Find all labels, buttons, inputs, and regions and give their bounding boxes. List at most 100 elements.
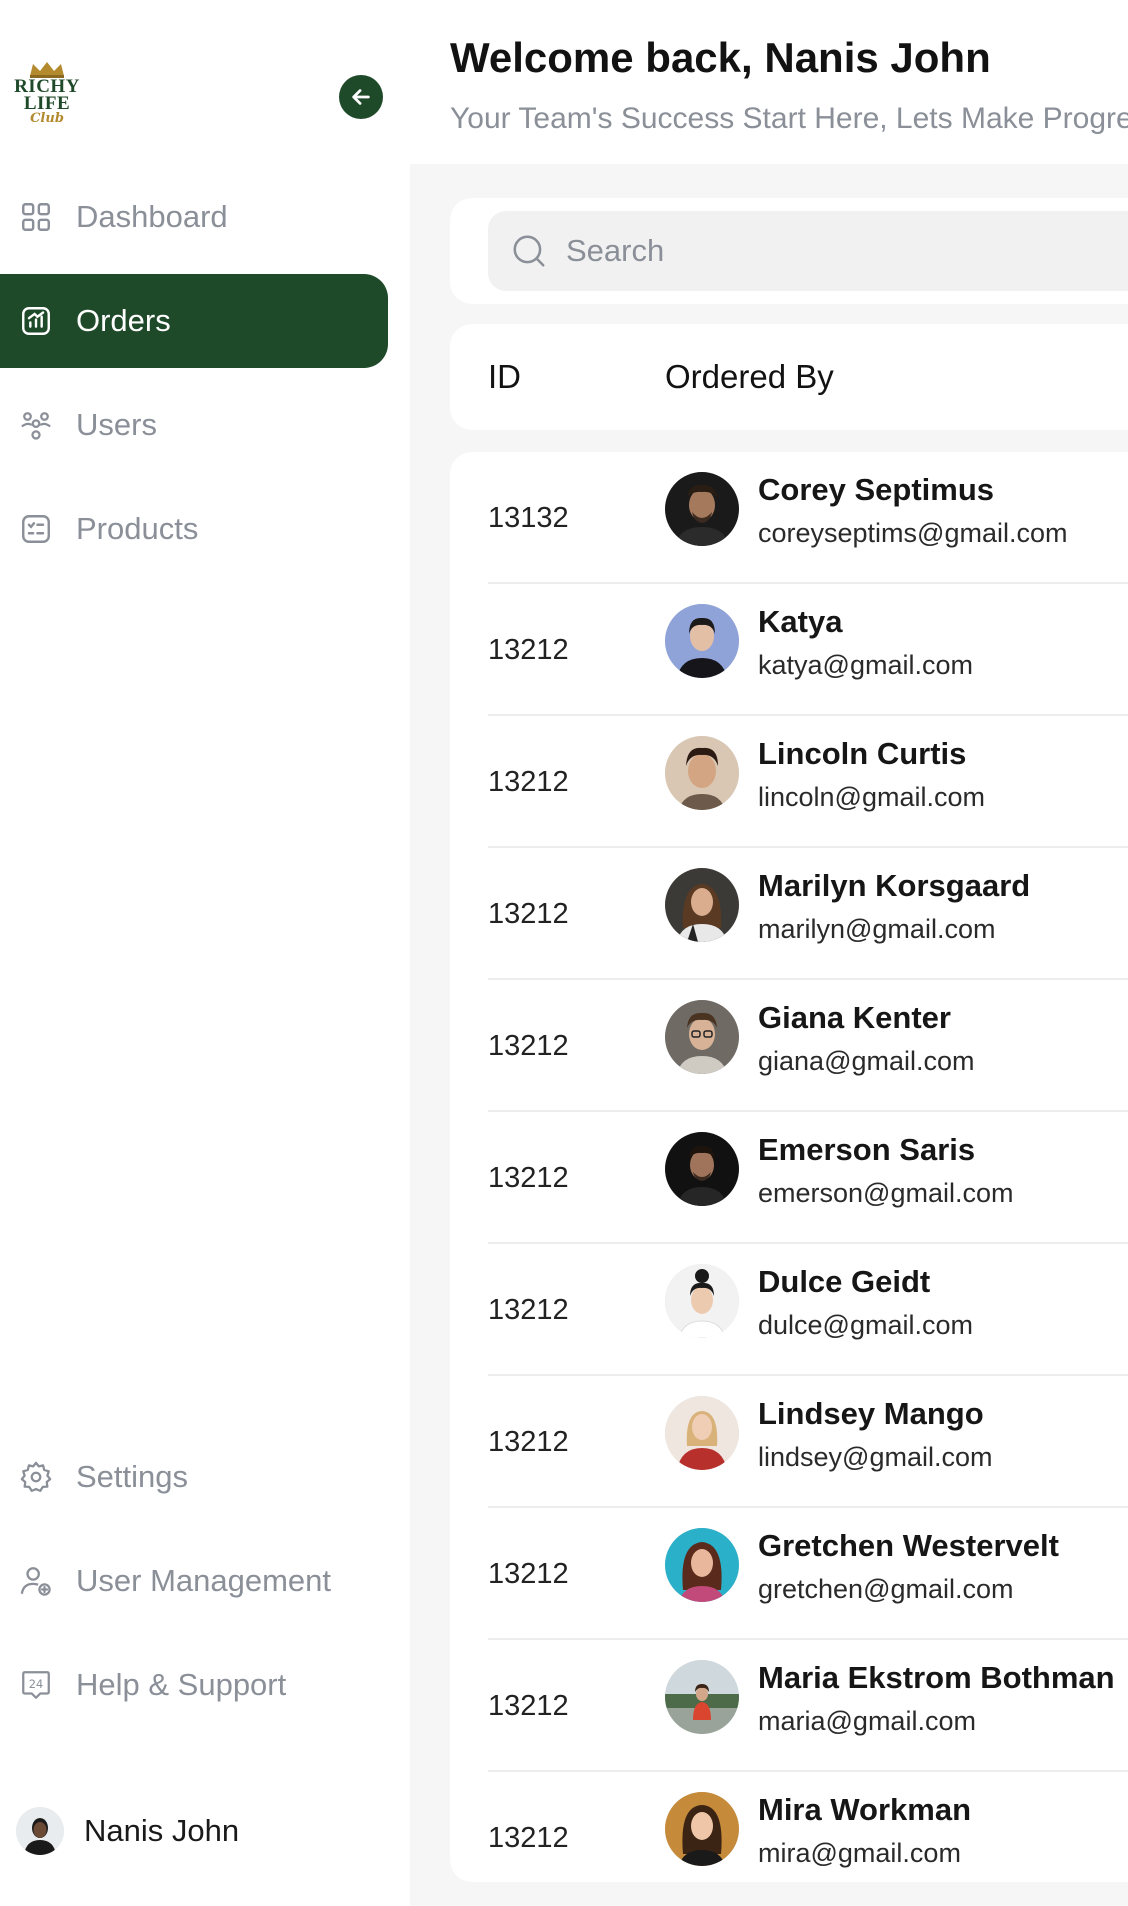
avatar [665, 1000, 739, 1074]
customer-email: giana@gmail.com [758, 1046, 975, 1076]
search-box[interactable] [488, 211, 1128, 291]
customer-name: Giana Kenter [758, 1000, 951, 1035]
page-title: Welcome back, Nanis John [450, 34, 991, 81]
table-row[interactable]: 13212 Emerson Saris emerson@gmail.com [488, 1112, 1128, 1244]
table-row[interactable]: 13212 Lindsey Mango lindsey@gmail.com [488, 1376, 1128, 1508]
ordered-by: Gretchen Westervelt gretchen@gmail.com [758, 1528, 1059, 1605]
avatar [665, 1660, 739, 1734]
customer-name: Lindsey Mango [758, 1396, 984, 1431]
ordered-by: Dulce Geidt dulce@gmail.com [758, 1264, 973, 1341]
order-id: 13212 [488, 1426, 569, 1458]
order-id: 13212 [488, 1558, 569, 1590]
sidebar-item-orders[interactable]: Orders [0, 274, 388, 368]
sidebar-item-dashboard[interactable]: Dashboard [0, 170, 388, 264]
chart-icon [18, 303, 54, 339]
avatar [665, 1396, 739, 1470]
avatar [665, 868, 739, 942]
table-row[interactable]: 13212 Marilyn Korsgaard marilyn@gmail.co… [488, 848, 1128, 980]
ordered-by: Lincoln Curtis lincoln@gmail.com [758, 736, 985, 813]
user-profile[interactable]: Nanis John [16, 1806, 239, 1856]
order-id: 13212 [488, 766, 569, 798]
customer-name: Katya [758, 604, 843, 639]
customer-email: coreyseptims@gmail.com [758, 518, 1068, 548]
avatar [665, 1264, 739, 1338]
ordered-by: Corey Septimus coreyseptims@gmail.com [758, 472, 1068, 549]
sidebar-item-label: Products [76, 511, 199, 546]
arrow-left-icon [352, 89, 370, 105]
customer-email: lindsey@gmail.com [758, 1442, 993, 1472]
sidebar-item-label: Dashboard [76, 199, 228, 234]
sidebar-item-users[interactable]: Users [0, 378, 388, 472]
brand-logo[interactable]: RICHY LIFE Club [10, 60, 84, 136]
customer-email: marilyn@gmail.com [758, 914, 996, 944]
avatar [665, 1132, 739, 1206]
brand-line-2: LIFE [23, 93, 71, 114]
brand-script: Club [30, 111, 64, 126]
support-24-icon: 24 [18, 1667, 54, 1703]
customer-name: Maria Ekstrom Bothman [758, 1660, 1115, 1695]
avatar [665, 1528, 739, 1602]
avatar [665, 1792, 739, 1866]
avatar [16, 1807, 64, 1855]
table-row[interactable]: 13212 Maria Ekstrom Bothman maria@gmail.… [488, 1640, 1128, 1772]
customer-email: katya@gmail.com [758, 650, 973, 680]
customer-name: Marilyn Korsgaard [758, 868, 1031, 903]
table-row[interactable]: 13132 Corey Septimus coreyseptims@gmail.… [488, 452, 1128, 584]
search-card [450, 198, 1128, 304]
sidebar-item-label: Settings [76, 1459, 189, 1494]
customer-email: maria@gmail.com [758, 1706, 976, 1736]
order-id: 13212 [488, 1294, 569, 1326]
table-header: ID Ordered By [450, 324, 1128, 430]
profile-name: Nanis John [84, 1813, 240, 1848]
sidebar: RICHY LIFE Club Dashboard Orders Users P… [0, 0, 410, 1906]
ordered-by: Maria Ekstrom Bothman maria@gmail.com [758, 1660, 1115, 1737]
order-id: 13212 [488, 1822, 569, 1854]
table-row[interactable]: 13212 Dulce Geidt dulce@gmail.com [488, 1244, 1128, 1376]
order-id: 13132 [488, 502, 569, 534]
collapse-sidebar-button[interactable] [339, 75, 383, 119]
ordered-by: Emerson Saris emerson@gmail.com [758, 1132, 1014, 1209]
order-id: 13212 [488, 898, 569, 930]
gear-icon [18, 1459, 54, 1495]
grid-icon [18, 199, 54, 235]
column-header-ordered-by[interactable]: Ordered By [665, 358, 834, 396]
sidebar-item-help-support[interactable]: 24 Help & Support [0, 1638, 388, 1732]
customer-name: Gretchen Westervelt [758, 1528, 1059, 1563]
table-row[interactable]: 13212 Giana Kenter giana@gmail.com [488, 980, 1128, 1112]
table-row[interactable]: 13212 Lincoln Curtis lincoln@gmail.com [488, 716, 1128, 848]
secondary-nav: Settings User Management 24 Help & Suppo… [0, 1430, 388, 1742]
main-nav: Dashboard Orders Users Products [0, 170, 388, 586]
table-row[interactable]: 13212 Gretchen Westervelt gretchen@gmail… [488, 1508, 1128, 1640]
avatar [665, 736, 739, 810]
user-add-icon [18, 1563, 54, 1599]
table-row[interactable]: 13212 Mira Workman mira@gmail.com [488, 1772, 1128, 1882]
table-row[interactable]: 13212 Katya katya@gmail.com [488, 584, 1128, 716]
sidebar-item-label: User Management [76, 1563, 332, 1598]
page-subtitle: Your Team's Success Start Here, Lets Mak… [450, 102, 1128, 135]
sidebar-item-user-management[interactable]: User Management [0, 1534, 388, 1628]
ordered-by: Marilyn Korsgaard marilyn@gmail.com [758, 868, 1030, 945]
customer-name: Lincoln Curtis [758, 736, 967, 771]
customer-email: gretchen@gmail.com [758, 1574, 1014, 1604]
search-icon [513, 235, 545, 267]
order-id: 13212 [488, 1162, 569, 1194]
customer-name: Corey Septimus [758, 472, 995, 507]
order-id: 13212 [488, 634, 569, 666]
customer-email: dulce@gmail.com [758, 1310, 973, 1340]
customer-name: Dulce Geidt [758, 1264, 931, 1299]
ordered-by: Giana Kenter giana@gmail.com [758, 1000, 975, 1077]
main-content: ID Ordered By 13132 Corey Septimus corey… [410, 164, 1128, 1906]
sidebar-item-label: Help & Support [76, 1667, 287, 1702]
orders-table: 13132 Corey Septimus coreyseptims@gmail.… [450, 452, 1128, 1882]
search-input[interactable] [566, 233, 1066, 269]
sidebar-item-products[interactable]: Products [0, 482, 388, 576]
order-id: 13212 [488, 1690, 569, 1722]
ordered-by: Katya katya@gmail.com [758, 604, 973, 681]
sidebar-item-label: Orders [76, 303, 171, 338]
page-header: Welcome back, Nanis John Your Team's Suc… [450, 34, 1128, 136]
sidebar-item-settings[interactable]: Settings [0, 1430, 388, 1524]
ordered-by: Lindsey Mango lindsey@gmail.com [758, 1396, 992, 1473]
sidebar-item-label: Users [76, 407, 157, 442]
avatar [665, 472, 739, 546]
column-header-id[interactable]: ID [488, 358, 521, 396]
